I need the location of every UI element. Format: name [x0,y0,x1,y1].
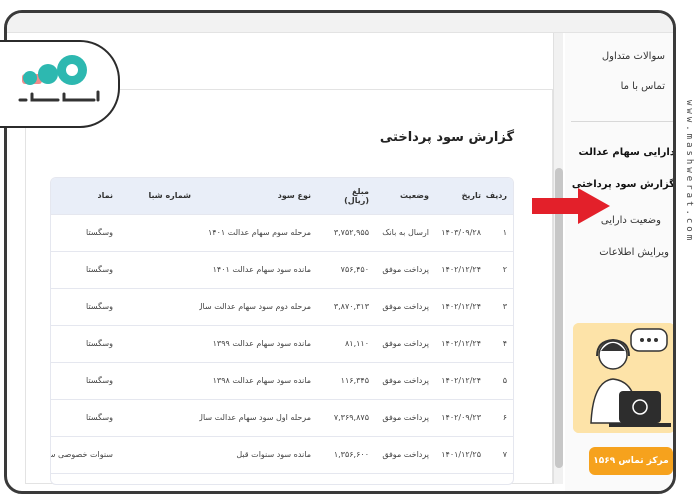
table-cell: پرداخت موفق [377,324,437,362]
table-row: ۴ ۱۴۰۲/۱۲/۲۴ پرداخت موفق ۸۱,۱۱۰ مانده سود سه… [51,324,513,362]
table-cell: ۱۱۶,۳۴۵ [319,361,377,399]
table-cell: ۱۴۰۲/۱۲/۲۴ [437,324,489,362]
table-cell [121,361,199,399]
table-cell: پرداخت موفق [377,287,437,325]
table-cell: ۳ [489,287,513,325]
table-cell: ۷۵۶,۴۵۰ [319,250,377,288]
sidebar: سوالات متداول تماس با ما دارایی سهام عدا… [565,33,675,491]
table-row: ۵ ۱۴۰۲/۱۲/۲۴ پرداخت موفق ۱۱۶,۳۴۵ مانده سود س… [51,361,513,399]
table-cell [121,287,199,325]
support-illustration [573,323,673,433]
table-cell: وسگستا [51,287,121,325]
table-cell: ۲ [489,250,513,288]
table-cell: ۳,۷۵۲,۹۵۵ [319,213,377,251]
table-cell: پرداخت موفق [377,472,437,484]
support-agent-illustration [573,323,673,433]
report-card: گزارش سود پرداختی ردیف تاریخ وضعیت مبلغ (ری… [25,89,553,485]
table-cell: ارسال به بانک [377,213,437,251]
table-cell: ۷,۳۶۹,۸۷۵ [319,398,377,436]
table-cell: سنوات خصوصی سازی [51,435,121,473]
table-row: ۱ ۱۴۰۳/۰۹/۲۸ ارسال به بانک ۳,۷۵۲,۹۵۵ مرحله س… [51,213,513,251]
table-cell: پرداخت موفق [377,435,437,473]
table-cell: وسگستا [51,472,121,484]
table-cell: ۳,۸۷۰,۳۱۳ [319,287,377,325]
table-cell: ۶ [489,398,513,436]
table-cell: مرحله سوم سهام عدالت ۱۴۰۱ [199,213,319,251]
table-cell: پرداخت موفق [377,398,437,436]
table-cell: ۵,۸۶۰,۶۴۶ [319,472,377,484]
table-cell: پرداخت موفق [377,250,437,288]
logo [0,40,120,128]
sidebar-item-contact[interactable]: تماس با ما [621,81,665,92]
table-cell: ۱۴۰۲/۰۹/۲۳ [437,398,489,436]
table-cell [121,250,199,288]
table-cell: ۸۱,۱۱۰ [319,324,377,362]
payout-table-grid: ردیف تاریخ وضعیت مبلغ (ریال) نوع سود شماره شب… [51,178,513,484]
browser-top-strip [7,13,673,33]
table-cell: مانده سود سهام عدالت ۱۳۹۸ [199,361,319,399]
mashwerat-logo-icon [18,55,100,102]
table-cell: ۸ [489,472,513,484]
sidebar-item-faq[interactable]: سوالات متداول [602,51,665,62]
table-cell: ۵ [489,361,513,399]
table-cell: وسگستا [51,250,121,288]
payout-table: ردیف تاریخ وضعیت مبلغ (ریال) نوع سود شماره شب… [50,177,514,485]
page-title: گزارش سود پرداختی [379,130,514,145]
table-cell: پرداخت موفق [377,361,437,399]
column-header: مبلغ (ریال) [344,186,369,205]
table-cell: ۱۴۰۲/۱۲/۲۴ [437,361,489,399]
table-cell: ۱ [489,213,513,251]
table-cell: ۱۴۰۳/۰۹/۲۸ [437,213,489,251]
table-cell: مرحله اول سود سهام عدالت سال ۱۴۰۰ [199,472,319,484]
table-header-row: ردیف تاریخ وضعیت مبلغ (ریال) نوع سود شماره شب… [51,178,513,214]
table-cell [121,213,199,251]
site-watermark: www.mashwerat.com [684,100,694,244]
table-cell: ۴ [489,324,513,362]
table-cell: مرحله اول سود سهام عدالت سال ۱۴۰۱ [199,398,319,436]
table-cell: ۷ [489,435,513,473]
call-center-button[interactable]: مرکز تماس ۱۵۶۹ [589,447,673,475]
table-cell: ۱۴۰۱/۱۲/۲۵ [437,435,489,473]
sidebar-divider [571,121,673,122]
table-cell [121,472,199,484]
table-cell: ۱,۳۵۶,۶۰۰ [319,435,377,473]
table-cell: مانده سود سهام عدالت ۱۳۹۹ [199,324,319,362]
table-row: ۳ ۱۴۰۲/۱۲/۲۴ پرداخت موفق ۳,۸۷۰,۳۱۳ مرحله دوم… [51,287,513,325]
table-cell: وسگستا [51,361,121,399]
column-header: نماد [97,191,113,201]
page-scrollbar[interactable] [553,33,563,484]
table-cell: مانده سود سهام عدالت ۱۴۰۱ [199,250,319,288]
table-cell: مانده سود سنوات قبل [199,435,319,473]
table-cell [121,324,199,362]
sidebar-section-heading: دارایی سهام عدالت [578,147,675,158]
column-header: تاریخ [461,191,481,201]
table-cell: ۱۴۰۲/۱۲/۲۴ [437,287,489,325]
table-cell: مرحله دوم سود سهام عدالت سال ۱۴۰۱ [199,287,319,325]
table-cell [121,398,199,436]
column-header: نوع سود [277,191,311,201]
table-cell: وسگستا [51,324,121,362]
table-cell: وسگستا [51,213,121,251]
table-cell: ۱۴۰۲/۱۲/۲۴ [437,250,489,288]
table-cell: ۱۴۰۱/۱۲/۲۵ [437,472,489,484]
pointer-arrow-icon [532,188,610,224]
table-row: ۲ ۱۴۰۲/۱۲/۲۴ پرداخت موفق ۷۵۶,۴۵۰ مانده سود س… [51,250,513,288]
table-row: ۷ ۱۴۰۱/۱۲/۲۵ پرداخت موفق ۱,۳۵۶,۶۰۰ مانده سود… [51,435,513,473]
table-cell: وسگستا [51,398,121,436]
sidebar-item-edit-info[interactable]: ویرایش اطلاعات [599,247,669,258]
column-header: شماره شبا [148,191,191,201]
column-header: ردیف [485,191,507,201]
table-row: ۸۱۴۰۱/۱۲/۲۵پرداخت موفق۵,۸۶۰,۶۴۶مرحله اول… [51,472,513,484]
table-row: ۶ ۱۴۰۲/۰۹/۲۳ پرداخت موفق ۷,۳۶۹,۸۷۵ مرحله اول… [51,398,513,436]
table-cell [121,435,199,473]
column-header: وضعیت [400,191,429,201]
